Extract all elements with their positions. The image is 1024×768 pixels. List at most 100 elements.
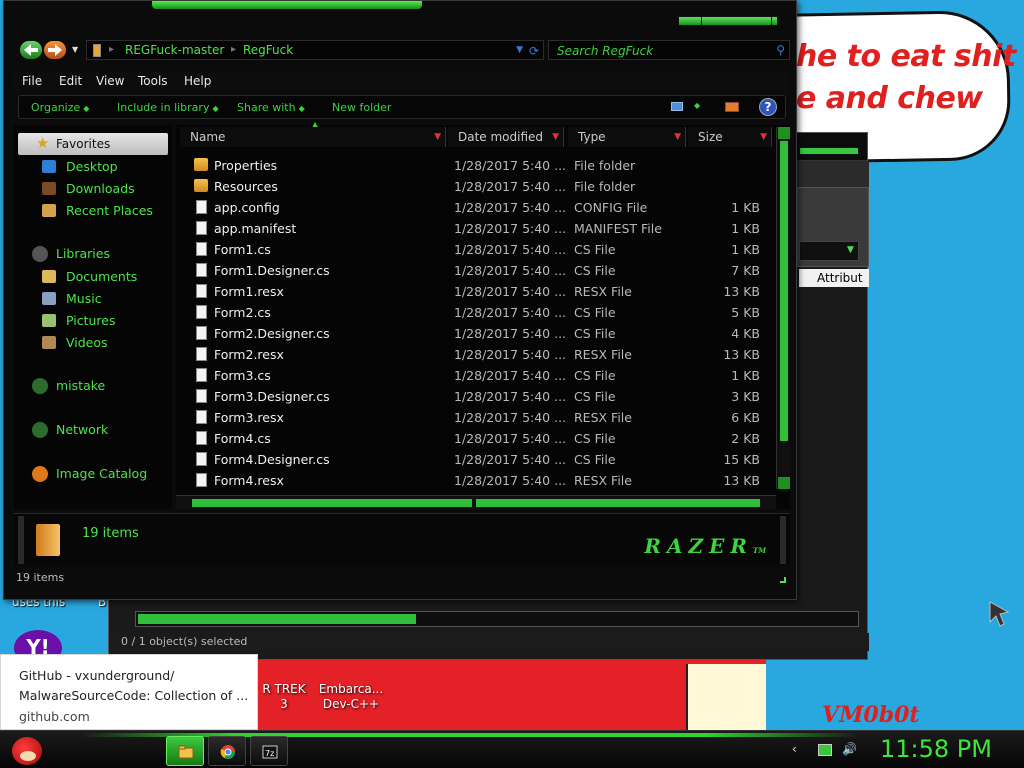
taskbar-file-explorer[interactable] bbox=[166, 736, 204, 766]
sort-arrow-icon: ▼ bbox=[434, 132, 441, 142]
table-row[interactable]: Form1.Designer.cs 1/28/2017 5:40 ... CS Fi… bbox=[176, 260, 772, 281]
file-date: 1/28/2017 5:40 ... bbox=[454, 452, 567, 467]
table-row[interactable]: app.config 1/28/2017 5:40 ... CONFIG File 1… bbox=[176, 197, 772, 218]
scroll-up-button[interactable] bbox=[778, 127, 790, 139]
network-status-icon[interactable] bbox=[818, 744, 832, 756]
file-date: 1/28/2017 5:40 ... bbox=[454, 158, 567, 173]
menu-edit[interactable]: Edit bbox=[59, 74, 82, 88]
menu-help[interactable]: Help bbox=[184, 74, 211, 88]
include-in-library-label: Include in library bbox=[117, 101, 210, 114]
refresh-icon[interactable]: ⟳ bbox=[529, 44, 539, 58]
scrollbar-thumb[interactable] bbox=[192, 499, 760, 507]
table-row[interactable]: Form3.Designer.cs 1/28/2017 5:40 ... CS Fi… bbox=[176, 386, 772, 407]
razer-logo-text: RAZER bbox=[644, 534, 754, 558]
file-icon bbox=[196, 410, 207, 424]
include-in-library-button[interactable]: Include in library ◆ bbox=[117, 101, 219, 114]
breadcrumb-item[interactable]: RegFuck bbox=[243, 43, 293, 57]
desktop-icon-star-trek[interactable]: R TREK 3 bbox=[258, 682, 310, 712]
breadcrumb-separator-icon[interactable]: ▸ bbox=[109, 44, 114, 55]
file-type: RESX File bbox=[574, 347, 632, 362]
notification-popup[interactable]: GitHub - vxunderground/ MalwareSourceCod… bbox=[0, 654, 258, 730]
share-with-button[interactable]: Share with ◆ bbox=[237, 101, 305, 114]
scroll-down-button[interactable] bbox=[778, 477, 790, 489]
chevron-down-icon[interactable]: ▼ bbox=[847, 245, 854, 255]
table-row[interactable]: Form4.resx 1/28/2017 5:40 ... RESX File 13 … bbox=[176, 470, 772, 489]
table-row[interactable]: Form3.resx 1/28/2017 5:40 ... RESX File 6 K… bbox=[176, 407, 772, 428]
breadcrumb-item[interactable]: REGFuck-master bbox=[125, 43, 224, 57]
table-row[interactable]: app.manifest 1/28/2017 5:40 ... MANIFEST F… bbox=[176, 218, 772, 239]
table-row[interactable]: Form2.Designer.cs 1/28/2017 5:40 ... CS Fi… bbox=[176, 323, 772, 344]
address-dropdown-icon[interactable]: ▼ bbox=[516, 45, 523, 55]
table-row[interactable]: Form2.resx 1/28/2017 5:40 ... RESX File 13 … bbox=[176, 344, 772, 365]
table-row[interactable]: Form4.cs 1/28/2017 5:40 ... CS File 2 KB bbox=[176, 428, 772, 449]
recent-places-icon bbox=[42, 204, 56, 217]
svg-text:7z: 7z bbox=[265, 749, 274, 758]
file-type: CS File bbox=[574, 263, 616, 278]
sidebar-item-label: Favorites bbox=[56, 137, 111, 151]
desktop-icon-dev-cpp[interactable]: Embarca... Dev-C++ bbox=[316, 682, 386, 712]
back-button[interactable] bbox=[20, 41, 42, 59]
search-box[interactable]: ⚲ bbox=[548, 40, 790, 60]
address-bar[interactable]: ▸ REGFuck-master ▸ RegFuck ▼ ⟳ bbox=[86, 40, 544, 60]
taskbar-clock[interactable]: 11:58 PM bbox=[880, 735, 992, 763]
menu-view[interactable]: View bbox=[96, 74, 124, 88]
resize-grip-icon[interactable] bbox=[780, 577, 786, 583]
menu-tools[interactable]: Tools bbox=[138, 74, 168, 88]
background-window-hscrollbar[interactable] bbox=[135, 611, 859, 627]
vertical-scrollbar[interactable] bbox=[776, 127, 790, 489]
window-controls[interactable] bbox=[678, 16, 778, 26]
file-size: 1 KB bbox=[731, 242, 760, 257]
file-date: 1/28/2017 5:40 ... bbox=[454, 326, 567, 341]
network-icon bbox=[32, 422, 48, 438]
organize-button[interactable]: Organize ◆ bbox=[31, 101, 89, 114]
table-row[interactable]: Form4.Designer.cs 1/28/2017 5:40 ... CS Fi… bbox=[176, 449, 772, 470]
file-type: File folder bbox=[574, 179, 636, 194]
column-header-name[interactable]: Name ▼ bbox=[180, 127, 446, 147]
taskbar-chrome[interactable] bbox=[208, 736, 246, 766]
chevron-down-icon[interactable]: ◆ bbox=[694, 101, 700, 110]
file-date: 1/28/2017 5:40 ... bbox=[454, 368, 567, 383]
show-hidden-icons-icon[interactable]: ‹ bbox=[792, 742, 797, 756]
column-header-size[interactable]: Size ▼ bbox=[688, 127, 772, 147]
sidebar-item-favorites[interactable]: ★ Favorites bbox=[18, 133, 168, 155]
file-size: 4 KB bbox=[731, 326, 760, 341]
help-icon[interactable]: ? bbox=[759, 98, 777, 116]
file-type: CS File bbox=[574, 305, 616, 320]
scrollbar-thumb[interactable] bbox=[138, 614, 416, 624]
computer-icon bbox=[32, 378, 48, 394]
wallpaper-signature: VM0b0t bbox=[822, 702, 920, 728]
chevron-down-icon: ◆ bbox=[298, 104, 305, 113]
breadcrumb-separator-icon[interactable]: ▸ bbox=[231, 44, 236, 55]
start-button[interactable] bbox=[8, 733, 48, 767]
scrollbar-thumb[interactable] bbox=[780, 141, 788, 441]
taskbar-7zip[interactable]: 7z bbox=[250, 736, 288, 766]
column-header-type[interactable]: Type ▼ bbox=[568, 127, 686, 147]
volume-icon[interactable]: 🔊 bbox=[842, 742, 857, 756]
table-row[interactable]: Form1.cs 1/28/2017 5:40 ... CS File 1 KB bbox=[176, 239, 772, 260]
recent-pages-dropdown[interactable]: ▼ bbox=[72, 45, 78, 54]
background-window-controls[interactable] bbox=[799, 147, 859, 155]
arrow-left-icon bbox=[24, 44, 38, 56]
sidebar-item-label: Downloads bbox=[66, 181, 135, 196]
forward-button[interactable] bbox=[44, 41, 66, 59]
file-name: app.manifest bbox=[214, 221, 297, 236]
table-row[interactable]: Form3.cs 1/28/2017 5:40 ... CS File 1 KB bbox=[176, 365, 772, 386]
explorer-window[interactable]: ▼ ▸ REGFuck-master ▸ RegFuck ▼ ⟳ ⚲ File … bbox=[3, 0, 797, 600]
table-row[interactable]: Resources 1/28/2017 5:40 ... File folder bbox=[176, 176, 772, 197]
change-view-icon[interactable] bbox=[671, 102, 683, 111]
table-row[interactable]: Properties 1/28/2017 5:40 ... File folder bbox=[176, 155, 772, 176]
table-row[interactable]: Form2.cs 1/28/2017 5:40 ... CS File 5 KB bbox=[176, 302, 772, 323]
menu-file[interactable]: File bbox=[22, 74, 42, 88]
column-header-date[interactable]: Date modified ▼ bbox=[448, 127, 564, 147]
search-input[interactable] bbox=[557, 43, 767, 58]
new-folder-button[interactable]: New folder bbox=[332, 101, 391, 114]
search-icon[interactable]: ⚲ bbox=[776, 43, 785, 57]
column-header-label: Name bbox=[190, 130, 226, 144]
table-row[interactable]: Form1.resx 1/28/2017 5:40 ... RESX File 13 … bbox=[176, 281, 772, 302]
preview-pane-icon[interactable] bbox=[725, 102, 739, 112]
attribute-column-header[interactable]: Attribut bbox=[799, 269, 869, 287]
horizontal-scrollbar[interactable] bbox=[176, 495, 776, 509]
file-date: 1/28/2017 5:40 ... bbox=[454, 284, 567, 299]
videos-icon bbox=[42, 336, 56, 349]
file-date: 1/28/2017 5:40 ... bbox=[454, 410, 567, 425]
